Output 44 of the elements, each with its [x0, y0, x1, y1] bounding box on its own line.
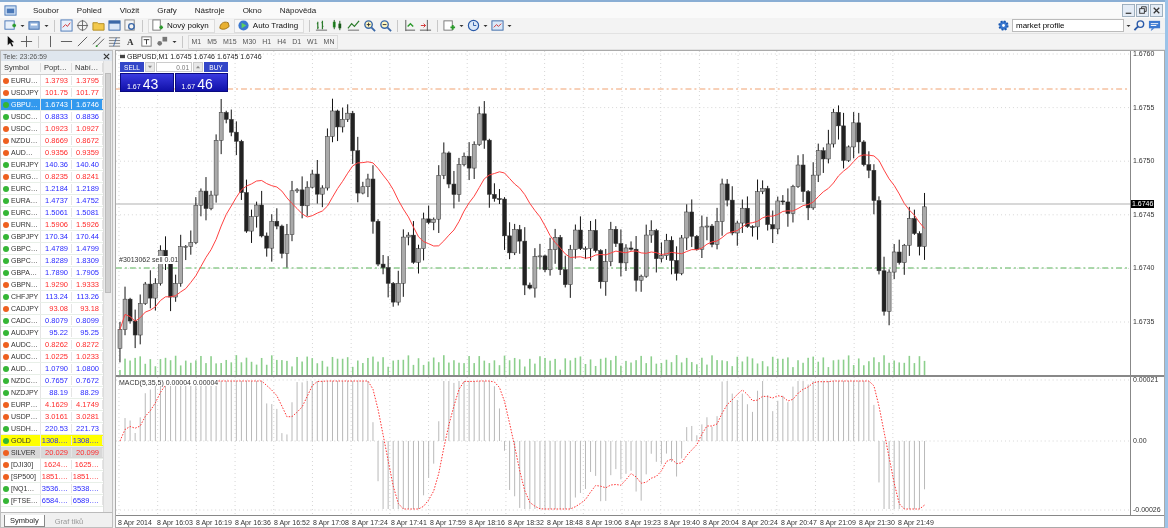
restore-icon[interactable] — [1136, 3, 1149, 17]
text-tool-button[interactable]: A — [124, 36, 137, 47]
magnifier-icon[interactable] — [124, 19, 137, 32]
menu-item[interactable]: Pohled — [74, 5, 104, 15]
gear-icon[interactable] — [997, 19, 1010, 32]
profile-icon[interactable] — [28, 19, 41, 32]
menu-item[interactable]: Grafy — [155, 5, 179, 15]
app-icon — [4, 3, 17, 17]
order-level-line[interactable] — [116, 267, 1130, 269]
line-chart-icon[interactable] — [347, 19, 361, 32]
crosshair-icon[interactable] — [20, 35, 33, 48]
play-icon — [236, 19, 250, 32]
zoom-in-icon[interactable] — [363, 19, 377, 32]
menu-item[interactable]: Okno — [240, 5, 264, 15]
clock-icon[interactable] — [467, 19, 481, 32]
minimize-icon[interactable] — [1122, 3, 1135, 17]
window-icon[interactable] — [108, 19, 121, 32]
caret-icon — [196, 65, 200, 69]
new-order-button[interactable]: Nový pokyn — [148, 18, 215, 33]
menu-item[interactable]: Soubor — [31, 5, 61, 15]
scrollbar[interactable] — [103, 61, 112, 512]
market-watch-icon[interactable] — [60, 19, 73, 32]
search-field[interactable]: market profile — [1012, 19, 1124, 32]
fibonacci-icon[interactable] — [108, 35, 121, 48]
trend-line-icon[interactable] — [76, 35, 89, 48]
menu-item[interactable]: Nápověda — [277, 5, 319, 15]
compass-icon[interactable] — [76, 19, 89, 32]
autoscroll-icon[interactable] — [403, 19, 417, 32]
auto-trading-button[interactable]: Auto Trading — [233, 18, 305, 33]
shapes-icon[interactable] — [155, 35, 169, 48]
search-icon[interactable] — [1133, 19, 1146, 32]
order-level-line[interactable] — [116, 88, 1130, 90]
chart-shift-icon[interactable] — [419, 19, 433, 32]
template-icon[interactable] — [491, 19, 505, 32]
indicator-icon[interactable] — [443, 19, 457, 32]
menu-item[interactable]: Nástroje — [192, 5, 227, 15]
close-icon[interactable] — [103, 52, 110, 60]
menu-item[interactable]: Vložit — [117, 5, 142, 15]
bar-chart-icon[interactable] — [315, 19, 329, 32]
caret-icon — [148, 65, 152, 69]
zoom-out-icon[interactable] — [379, 19, 393, 32]
chat-icon[interactable] — [1148, 19, 1161, 32]
text-label-icon[interactable] — [139, 35, 153, 48]
close-icon[interactable] — [1150, 3, 1163, 17]
